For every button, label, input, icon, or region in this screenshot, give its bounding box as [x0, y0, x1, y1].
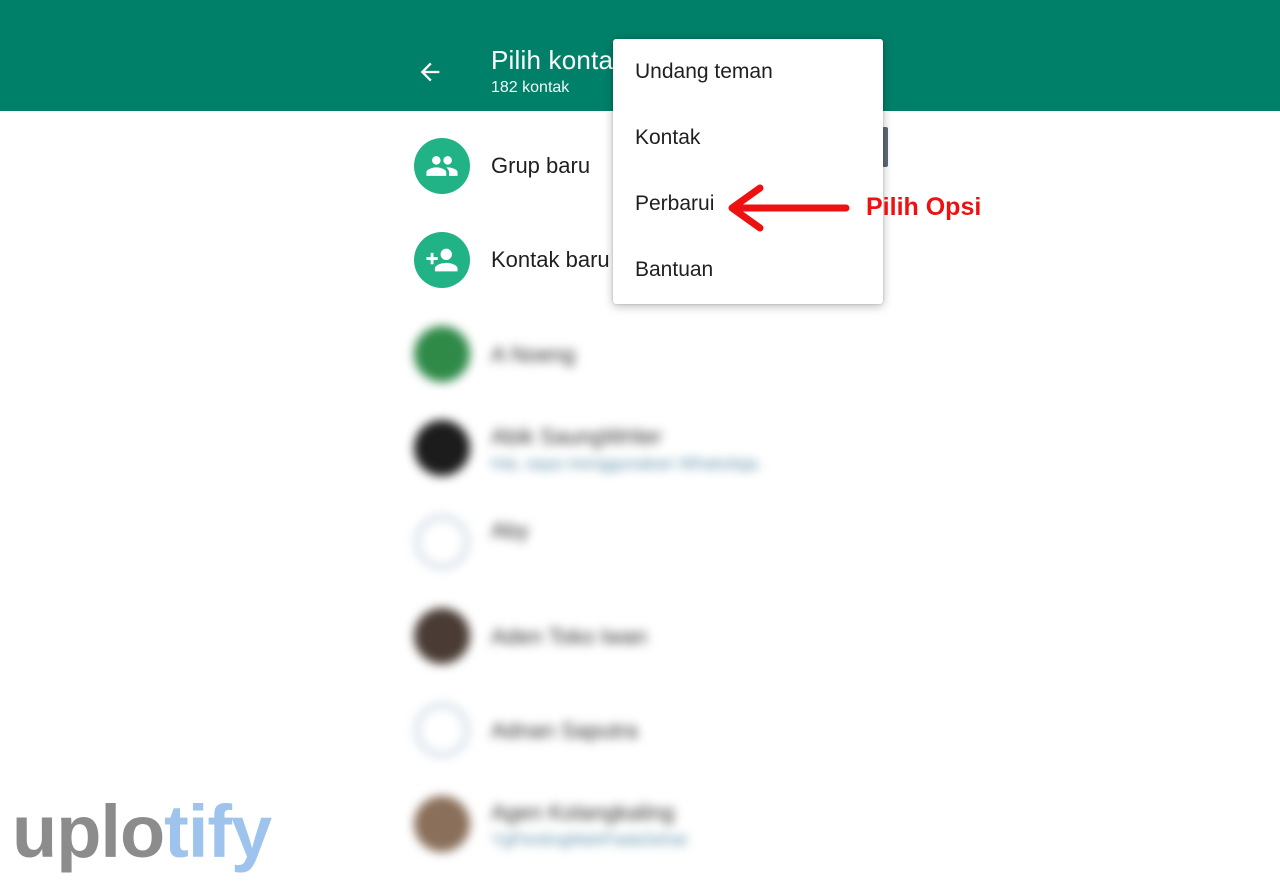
new-group-label: Grup baru [491, 153, 591, 178]
annotation-arrow-icon [728, 184, 850, 232]
logo-part-grey: uplo [12, 790, 165, 873]
watermark-logo: uplotify [12, 795, 272, 869]
contact-name: Aden Toko Iwan [491, 624, 648, 649]
contact-row[interactable]: Adnan Saputra [392, 690, 888, 770]
menu-item-label: Kontak [635, 126, 701, 149]
arrow-back-icon [420, 62, 440, 82]
contact-avatar [414, 796, 470, 852]
menu-item-label: Perbarui [635, 192, 715, 215]
contact-status: Hai, saya menggunakan WhatsApp. [491, 454, 763, 473]
page-title: Pilih kontak [491, 45, 627, 75]
contact-avatar [414, 420, 470, 476]
menu-item-help[interactable]: Bantuan [613, 237, 883, 303]
annotation-label: Pilih Opsi [866, 193, 982, 221]
contact-count: 182 kontak [491, 79, 570, 96]
contact-row[interactable]: Agen Kolangkaling YgPentingMahPadaSehat [392, 784, 888, 864]
add-person-icon [426, 248, 458, 272]
back-button[interactable] [412, 54, 448, 90]
menu-item-contacts[interactable]: Kontak [613, 105, 883, 171]
contact-avatar [414, 702, 470, 758]
contact-row[interactable]: A Noeng [392, 314, 888, 394]
menu-item-invite[interactable]: Undang teman [613, 39, 883, 105]
group-avatar [414, 138, 470, 194]
new-contact-avatar [414, 232, 470, 288]
new-contact-label: Kontak baru [491, 247, 610, 272]
contact-row[interactable]: Abik SaungWriter Hai, saya menggunakan W… [392, 408, 888, 488]
overflow-menu: Undang teman Kontak Perbarui Bantuan [613, 39, 883, 304]
contact-name: Adnan Saputra [491, 718, 638, 743]
menu-item-label: Undang teman [635, 60, 773, 83]
contact-name: Abik SaungWriter [491, 424, 662, 449]
contact-avatar [414, 326, 470, 382]
contact-name: Agen Kolangkaling [491, 800, 675, 825]
menu-item-label: Bantuan [635, 258, 714, 281]
logo-part-blue: tify [164, 790, 272, 873]
contact-name: Aby [491, 518, 529, 543]
contact-status: YgPentingMahPadaSehat [491, 830, 687, 849]
contact-row[interactable]: Aden Toko Iwan [392, 596, 888, 676]
contact-row[interactable]: Aby [392, 502, 888, 582]
contact-name: A Noeng [491, 342, 576, 367]
group-icon [426, 156, 458, 176]
contact-avatar [414, 608, 470, 664]
contact-avatar [414, 514, 470, 570]
